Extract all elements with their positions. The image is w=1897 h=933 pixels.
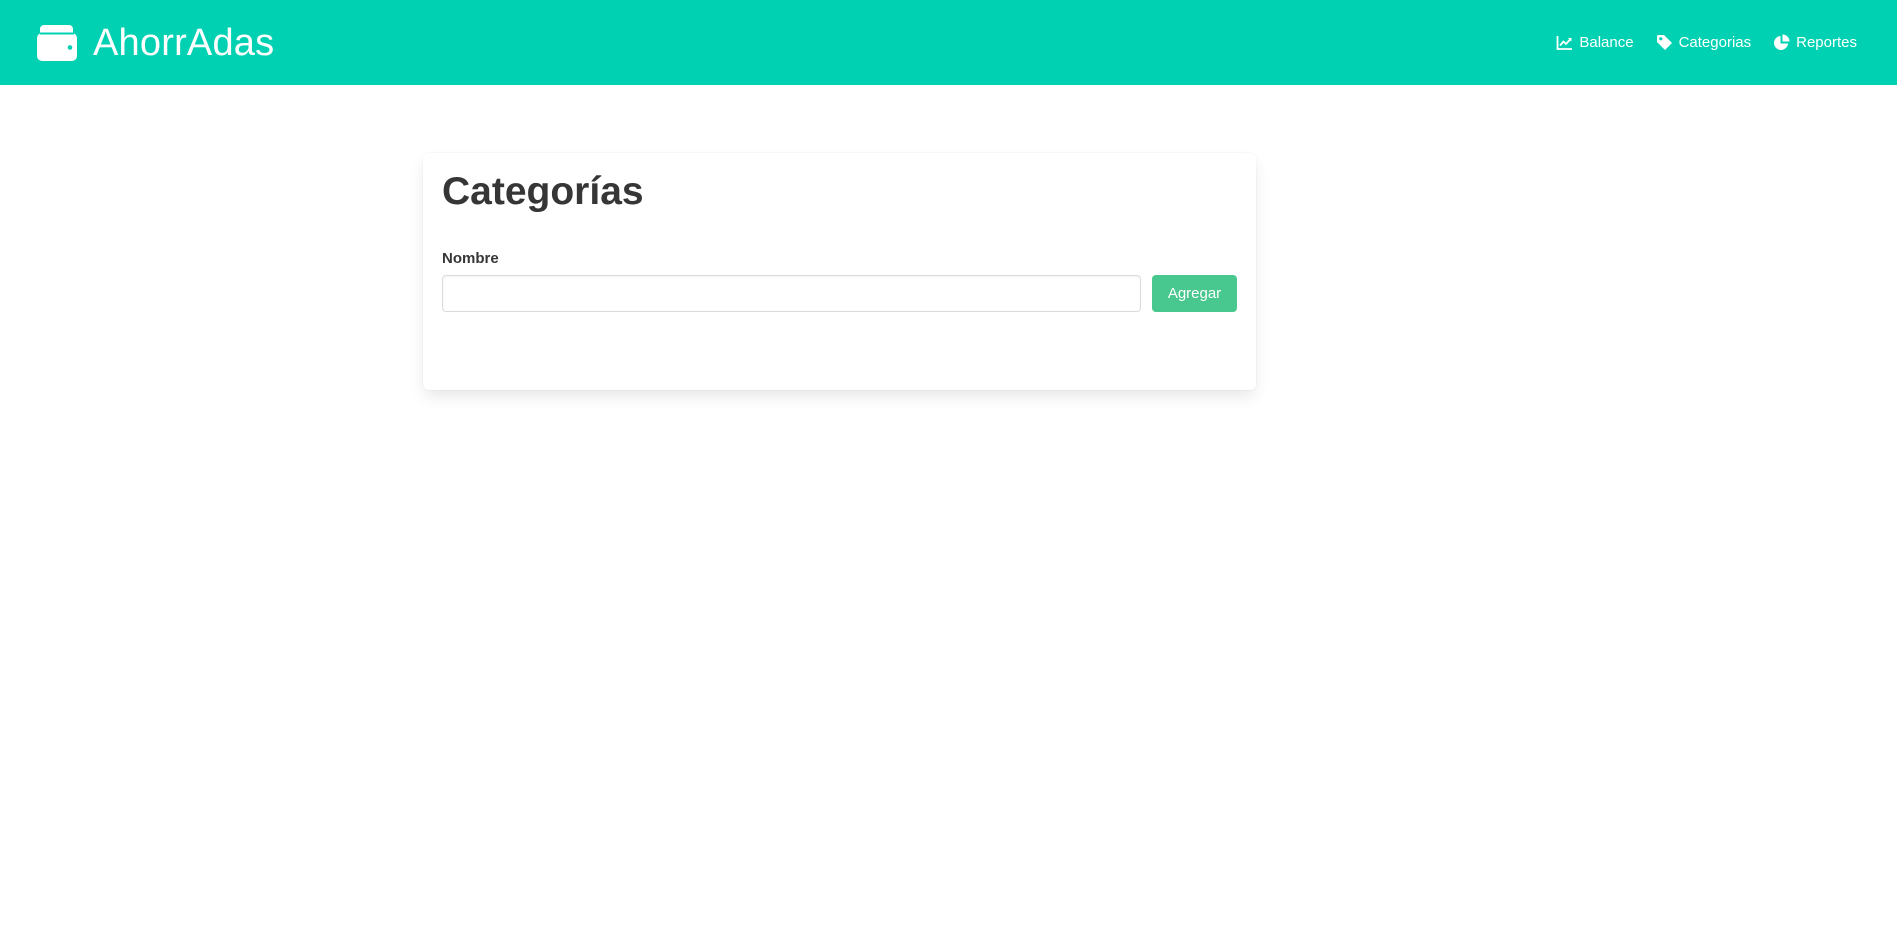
brand-name: AhorrAdas <box>93 21 275 64</box>
nav-item-categorias-label: Categorias <box>1678 33 1752 51</box>
top-navbar: AhorrAdas Balance Categorias Reportes <box>0 0 1897 85</box>
brand-link[interactable]: AhorrAdas <box>37 24 274 62</box>
category-name-input[interactable] <box>442 274 1141 312</box>
page-title: Categorías <box>442 170 644 213</box>
name-field-row: Agregar <box>442 274 1237 312</box>
nav-item-reportes-label: Reportes <box>1796 33 1857 51</box>
nav-menu: Balance Categorias Reportes <box>1556 34 1857 51</box>
pie-chart-icon <box>1774 34 1790 50</box>
wallet-icon <box>37 24 77 61</box>
nav-item-reportes[interactable]: Reportes <box>1773 34 1857 51</box>
chart-line-icon <box>1556 35 1573 50</box>
categories-card: Categorías Nombre Agregar <box>423 153 1256 390</box>
nav-item-categorias[interactable]: Categorias <box>1656 33 1752 51</box>
tag-icon <box>1656 34 1672 50</box>
add-category-button[interactable]: Agregar <box>1152 274 1237 312</box>
nav-item-balance[interactable]: Balance <box>1556 33 1634 51</box>
nav-item-balance-label: Balance <box>1579 33 1634 51</box>
name-field-label: Nombre <box>442 249 499 267</box>
